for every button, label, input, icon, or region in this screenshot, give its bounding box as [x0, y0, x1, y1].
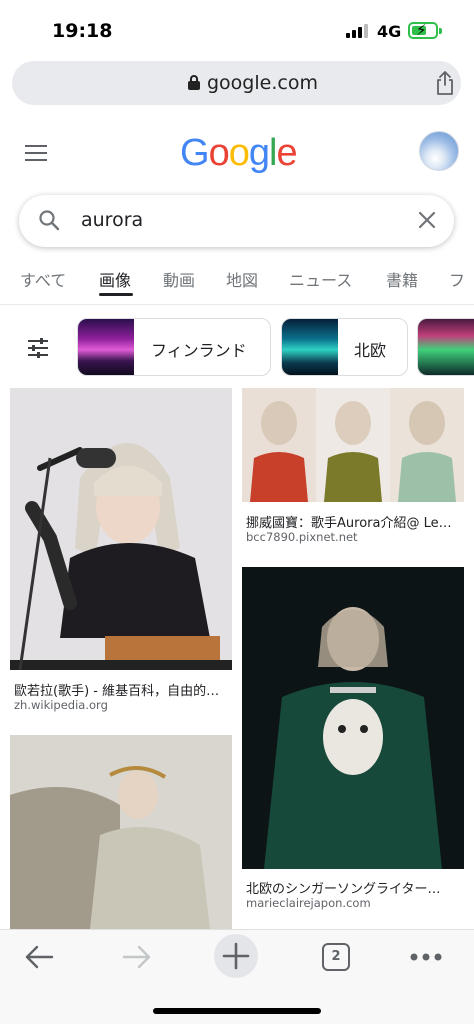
- logo-letter: G: [180, 132, 210, 174]
- result-source: bcc7890.pixnet.net: [246, 530, 358, 544]
- filter-tune-icon[interactable]: [26, 336, 50, 360]
- network-type: 4G: [377, 22, 402, 41]
- result-image[interactable]: [10, 388, 232, 670]
- tab-maps[interactable]: 地図: [226, 267, 258, 291]
- chip-thumbnail: [418, 319, 474, 375]
- search-input[interactable]: aurora: [81, 209, 143, 231]
- tab-count: 2: [331, 949, 341, 964]
- battery-icon: ⚡: [408, 21, 442, 39]
- result-title[interactable]: 歐若拉(歌手) - 維基百科，自由的…: [14, 680, 232, 699]
- home-indicator: [153, 1008, 321, 1014]
- account-avatar[interactable]: [419, 131, 459, 171]
- logo-letter: o: [208, 132, 230, 174]
- more-options-icon[interactable]: [409, 952, 443, 962]
- singer-sofa-photo: [10, 735, 232, 929]
- result-source: marieclairejapon.com: [246, 896, 371, 910]
- chip-nordic[interactable]: 北欧: [281, 318, 408, 376]
- tab-all[interactable]: すべて: [20, 267, 66, 291]
- singer-mask-photo: [242, 567, 464, 869]
- singer-collage-photo: [242, 388, 464, 502]
- chip-aurora-partial[interactable]: [417, 318, 474, 376]
- result-title[interactable]: 挪威國寶：歌手Aurora介紹@ Le…: [246, 512, 460, 531]
- tab-more[interactable]: フ: [449, 267, 465, 291]
- status-time: 19:18: [52, 20, 113, 42]
- clear-icon[interactable]: [416, 209, 438, 231]
- new-tab-button[interactable]: [214, 934, 258, 978]
- chip-thumbnail: [282, 319, 338, 375]
- tab-images[interactable]: 画像: [99, 267, 131, 291]
- url-text: google.com: [207, 72, 318, 94]
- logo-letter: e: [276, 132, 297, 174]
- result-image[interactable]: [10, 735, 232, 929]
- result-title[interactable]: 北欧のシンガーソングライター…: [246, 878, 460, 897]
- plus-icon: [222, 942, 250, 970]
- lock-icon: [188, 75, 200, 90]
- result-image[interactable]: [242, 388, 464, 502]
- result-source: zh.wikipedia.org: [14, 698, 108, 712]
- logo-letter: g: [248, 132, 270, 174]
- search-box[interactable]: aurora: [19, 195, 454, 247]
- hamburger-menu-icon[interactable]: [25, 145, 47, 163]
- divider: [0, 304, 474, 305]
- address-bar[interactable]: google.com: [12, 61, 461, 105]
- tab-news[interactable]: ニュース: [289, 267, 352, 291]
- active-tab-indicator: [99, 293, 133, 296]
- chip-thumbnail: [78, 319, 134, 375]
- status-bar: 19:18 4G ⚡: [0, 0, 474, 62]
- share-icon[interactable]: [433, 70, 457, 96]
- singer-photo: [10, 388, 232, 670]
- search-tabs: すべて 画像 動画 地図 ニュース 書籍 フ: [0, 263, 474, 299]
- tab-switcher-button[interactable]: 2: [322, 943, 350, 971]
- tab-videos[interactable]: 動画: [163, 267, 195, 291]
- tab-books[interactable]: 書籍: [386, 267, 418, 291]
- back-arrow-icon[interactable]: [24, 944, 54, 970]
- signal-icon: [346, 24, 368, 38]
- chip-label: 北欧: [354, 341, 387, 360]
- forward-arrow-icon[interactable]: [122, 944, 152, 970]
- google-logo[interactable]: Google: [180, 132, 298, 175]
- chip-finland[interactable]: フィンランド: [77, 318, 271, 376]
- search-icon[interactable]: [38, 209, 60, 231]
- result-image[interactable]: [242, 567, 464, 869]
- logo-letter: l: [268, 132, 278, 174]
- logo-letter: o: [228, 132, 250, 174]
- chip-label: フィンランド: [151, 341, 247, 360]
